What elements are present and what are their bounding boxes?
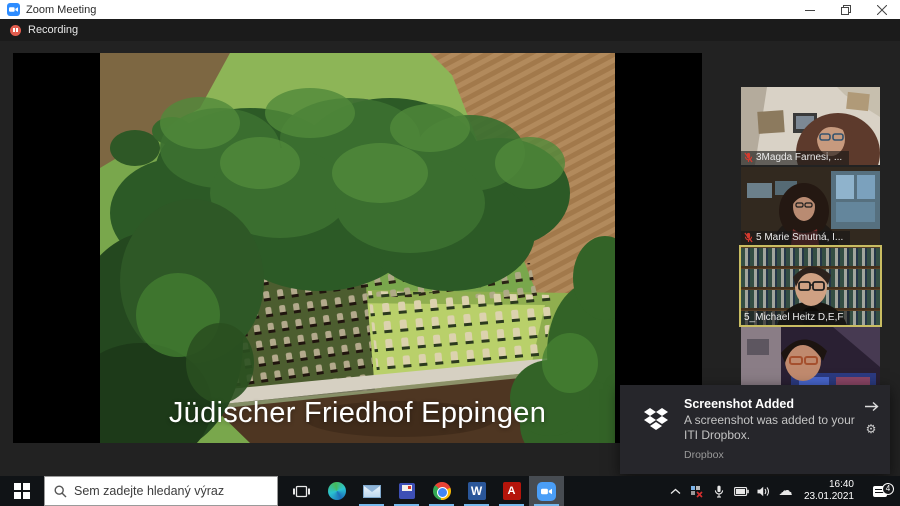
windows-logo-icon — [14, 483, 30, 499]
tray-chevron-up-icon[interactable] — [668, 488, 683, 495]
muted-mic-icon — [744, 232, 753, 243]
meeting-main-area: Jüdischer Friedhof Eppingen — [0, 41, 900, 476]
slide-photo: Jüdischer Friedhof Eppingen — [100, 53, 615, 443]
edge-icon — [328, 482, 346, 500]
dropbox-icon — [634, 397, 678, 464]
zoom-camera-icon — [537, 482, 556, 501]
tray-battery-icon[interactable] — [734, 487, 749, 496]
participant-video-magda[interactable]: 3Magda Farnesi, ... — [741, 87, 880, 165]
edge-taskbar-icon[interactable] — [319, 476, 354, 506]
mail-icon — [363, 485, 381, 498]
mail-taskbar-icon[interactable] — [354, 476, 389, 506]
meeting-toolbar: Recording — [0, 19, 900, 41]
chrome-taskbar-icon[interactable] — [424, 476, 459, 506]
recording-pause-icon[interactable] — [10, 25, 21, 36]
floppy-disk-icon — [399, 483, 415, 499]
search-input[interactable] — [74, 484, 254, 498]
minimize-button[interactable] — [792, 0, 828, 19]
shared-screen: Jüdischer Friedhof Eppingen — [13, 53, 702, 443]
action-center-button[interactable]: 4 — [865, 486, 895, 497]
recording-label: Recording — [28, 24, 78, 36]
chrome-icon — [433, 482, 451, 500]
tray-onedrive-cloud-icon[interactable]: ☁ — [778, 484, 793, 498]
participant-video-michael-active-speaker[interactable]: 5_Michael Heitz D,E,F — [741, 247, 880, 325]
notification-title: Screenshot Added — [684, 397, 860, 411]
participant-name-badge: 5_Michael Heitz D,E,F — [741, 311, 850, 325]
taskbar-clock[interactable]: 16:40 23.01.2021 — [800, 479, 858, 504]
zoom-meeting-window: Zoom Meeting Recording — [0, 0, 900, 506]
clock-date: 23.01.2021 — [804, 491, 854, 504]
acrobat-icon: A — [503, 482, 521, 500]
tray-speaker-icon[interactable] — [756, 486, 771, 497]
toast-expand-arrow-icon[interactable] — [864, 399, 879, 417]
acrobat-taskbar-icon[interactable]: A — [494, 476, 529, 506]
start-button[interactable] — [0, 476, 44, 506]
notification-body: A screenshot was added to your ITI Dropb… — [684, 413, 856, 443]
word-icon: W — [468, 482, 486, 500]
participant-name-badge: 3Magda Farnesi, ... — [741, 151, 849, 165]
zoom-taskbar-icon[interactable] — [529, 476, 564, 506]
search-icon — [54, 485, 67, 498]
participant-video-marie[interactable]: 5 Marie Smutná, I... — [741, 167, 880, 245]
clock-time: 16:40 — [804, 479, 854, 492]
close-button[interactable] — [864, 0, 900, 19]
system-tray: ☁ 16:40 23.01.2021 4 — [668, 476, 900, 506]
task-view-button[interactable] — [284, 476, 319, 506]
taskbar-search[interactable] — [44, 476, 278, 506]
dropbox-notification[interactable]: Screenshot Added A screenshot was added … — [620, 385, 890, 474]
toast-settings-gear-icon[interactable]: ⚙ — [866, 423, 877, 435]
maximize-button[interactable] — [828, 0, 864, 19]
windows-taskbar: W A ☁ 16:40 2 — [0, 476, 900, 506]
window-title: Zoom Meeting — [26, 4, 96, 16]
participant-name-badge: 5 Marie Smutná, I... — [741, 231, 850, 245]
participants-strip: 3Magda Farnesi, ... — [741, 87, 880, 407]
slide-caption: Jüdischer Friedhof Eppingen — [100, 397, 615, 430]
notification-source: Dropbox — [684, 449, 860, 461]
zoom-app-icon — [7, 3, 20, 16]
tray-microphone-icon[interactable] — [712, 485, 727, 498]
word-taskbar-icon[interactable]: W — [459, 476, 494, 506]
floppy-app-taskbar-icon[interactable] — [389, 476, 424, 506]
muted-mic-icon — [744, 152, 753, 163]
notification-count-badge: 4 — [882, 483, 894, 495]
tray-devices-icon[interactable] — [690, 485, 705, 498]
window-titlebar: Zoom Meeting — [0, 0, 900, 19]
